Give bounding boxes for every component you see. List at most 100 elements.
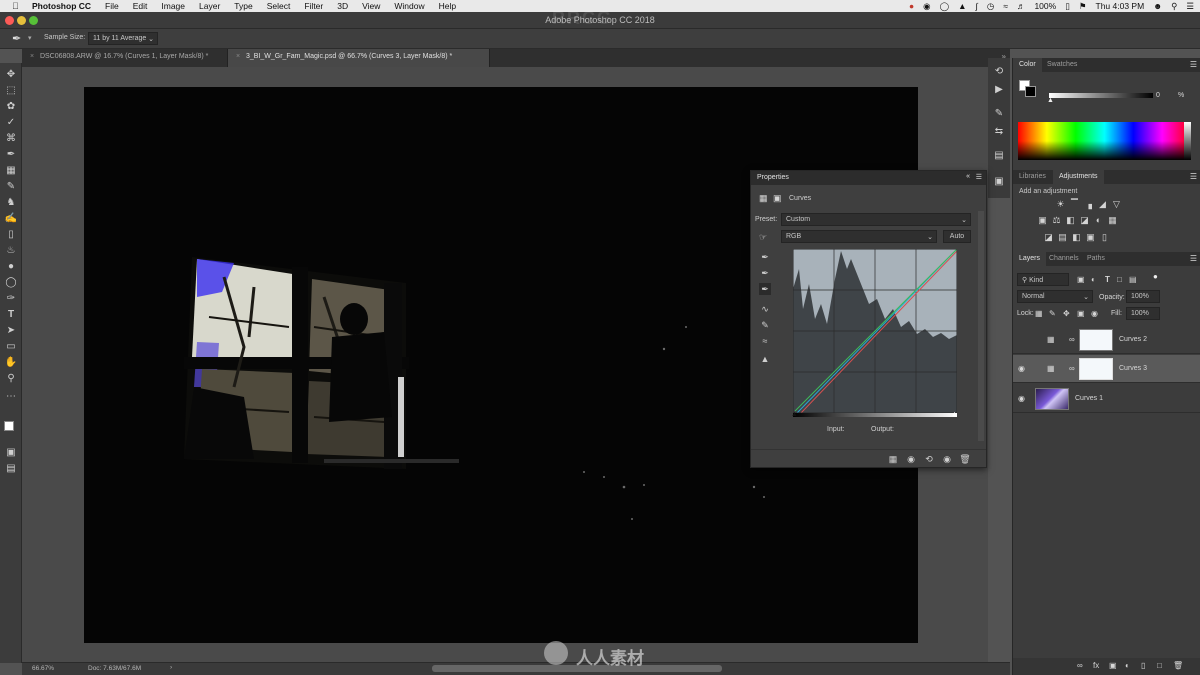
doc-size[interactable]: Doc: 7.63M/67.6M bbox=[88, 665, 141, 672]
set-white-point-icon[interactable]: ✒ bbox=[759, 283, 771, 295]
healing-brush-tool-icon[interactable]: ▦ bbox=[3, 163, 19, 178]
selective-color-icon[interactable]: ▣ bbox=[1085, 232, 1096, 242]
close-tab-icon[interactable]: × bbox=[236, 53, 244, 60]
actions-panel-icon[interactable]: ▶ bbox=[992, 84, 1006, 96]
panel-menu-icon[interactable]: ☰ bbox=[1190, 172, 1197, 181]
filter-pixel-icon[interactable]: ▣ bbox=[1077, 275, 1085, 284]
preset-select[interactable]: Custom ⌄ bbox=[781, 213, 971, 226]
move-tool-icon[interactable]: ✥ bbox=[3, 67, 19, 82]
lasso-tool-icon[interactable]: ✿ bbox=[3, 99, 19, 114]
status-icon-3[interactable]: ▲ bbox=[958, 1, 966, 11]
menu-select[interactable]: Select bbox=[260, 1, 298, 11]
clip-to-layer-icon[interactable]: ▦ bbox=[887, 453, 899, 465]
tool-preset-chevron-icon[interactable]: ▾ bbox=[28, 34, 32, 42]
levels-icon[interactable]: ▔ bbox=[1069, 199, 1080, 209]
path-selection-tool-icon[interactable]: ➤ bbox=[3, 323, 19, 338]
clone-stamp-tool-icon[interactable]: ♞ bbox=[3, 195, 19, 210]
filter-shape-icon[interactable]: □ bbox=[1117, 275, 1122, 284]
lock-transparency-icon[interactable]: ▦ bbox=[1035, 309, 1043, 318]
battery-label[interactable]: 100% bbox=[1034, 1, 1056, 11]
clipping-warning-icon[interactable]: ▲ bbox=[759, 353, 771, 365]
volume-icon[interactable]: ♬ bbox=[1017, 1, 1026, 11]
lock-all-icon[interactable]: ◉ bbox=[1091, 309, 1098, 318]
filter-smart-object-icon[interactable]: ▤ bbox=[1129, 275, 1137, 284]
posterize-icon[interactable]: ▤ bbox=[1057, 232, 1068, 242]
eraser-tool-icon[interactable]: ▯ bbox=[3, 227, 19, 242]
lock-artboard-icon[interactable]: ▣ bbox=[1077, 309, 1085, 318]
wifi-icon[interactable]: ≈ bbox=[1003, 1, 1008, 11]
color-balance-icon[interactable]: ⚖ bbox=[1051, 215, 1062, 225]
tab-swatches[interactable]: Swatches bbox=[1041, 58, 1083, 72]
mask-icon[interactable]: ▣ bbox=[773, 193, 782, 204]
draw-curve-icon[interactable]: ✎ bbox=[759, 319, 771, 331]
spotlight-search-icon[interactable]: ⚲ bbox=[1171, 1, 1177, 12]
properties-header[interactable]: Properties « ☰ bbox=[751, 171, 986, 185]
lock-position-icon[interactable]: ✥ bbox=[1063, 309, 1070, 318]
glyphs-icon[interactable]: ▣ bbox=[992, 176, 1006, 188]
toggle-visibility-icon[interactable]: ◉ bbox=[941, 453, 953, 465]
layer-name[interactable]: Curves 1 bbox=[1075, 395, 1103, 402]
targeted-adjustment-icon[interactable]: ☞ bbox=[757, 231, 769, 243]
menu-view[interactable]: View bbox=[355, 1, 387, 11]
menu-3d[interactable]: 3D bbox=[330, 1, 355, 11]
set-black-point-icon[interactable]: ✒ bbox=[759, 251, 771, 263]
gray-slider[interactable] bbox=[1049, 93, 1153, 98]
eyedropper-tool-icon[interactable]: ✒ bbox=[3, 147, 19, 162]
layer-mask-thumbnail[interactable] bbox=[1079, 358, 1113, 380]
tab-layers[interactable]: Layers bbox=[1013, 252, 1047, 266]
threshold-icon[interactable]: ◧ bbox=[1071, 232, 1082, 242]
type-tool-icon[interactable]: T bbox=[3, 307, 19, 322]
tab-document-1[interactable]: × DSC06808.ARW @ 16.7% (Curves 1, Layer … bbox=[22, 49, 228, 67]
adjust-icon[interactable]: ⇆ bbox=[992, 126, 1006, 138]
filter-toggle-icon[interactable]: ● bbox=[1153, 272, 1158, 281]
new-adjustment-icon[interactable]: ◐ bbox=[1125, 661, 1130, 670]
quick-mask-icon[interactable]: ▣ bbox=[3, 445, 19, 460]
exposure-icon[interactable]: ◢ bbox=[1097, 199, 1108, 209]
color-spectrum-gray[interactable] bbox=[1184, 122, 1191, 160]
quick-selection-tool-icon[interactable]: ✓ bbox=[3, 115, 19, 130]
layer-mask-thumbnail[interactable] bbox=[1079, 329, 1113, 351]
layer-thumbnail[interactable] bbox=[1035, 388, 1069, 410]
flag-icon[interactable]: ⚑ bbox=[1079, 1, 1087, 12]
blend-mode-select[interactable]: Normal ⌄ bbox=[1017, 290, 1093, 303]
properties-scrollbar[interactable] bbox=[978, 211, 984, 441]
pen-tool-icon[interactable]: ✑ bbox=[3, 291, 19, 306]
new-layer-icon[interactable]: □ bbox=[1157, 661, 1162, 670]
edit-toolbar-icon[interactable]: ⋯ bbox=[3, 389, 19, 404]
smooth-icon[interactable]: ≈ bbox=[759, 335, 771, 347]
user-icon[interactable]: ☻ bbox=[1153, 1, 1162, 11]
menu-type[interactable]: Type bbox=[227, 1, 259, 11]
paint-bucket-tool-icon[interactable]: ♨ bbox=[3, 243, 19, 258]
battery-icon[interactable]: ▯ bbox=[1065, 1, 1070, 12]
layer-row-curves-2[interactable]: ▦ ∞ Curves 2 bbox=[1013, 326, 1200, 354]
brush-tool-icon[interactable]: ✎ bbox=[3, 179, 19, 194]
curves-graph[interactable] bbox=[792, 248, 958, 414]
menu-file[interactable]: File bbox=[98, 1, 126, 11]
channel-select[interactable]: RGB ⌄ bbox=[781, 230, 937, 243]
menu-app-name[interactable]: Photoshop CC bbox=[25, 1, 98, 11]
brightness-contrast-icon[interactable]: ☀ bbox=[1055, 199, 1066, 209]
hand-tool-icon[interactable]: ✋ bbox=[3, 355, 19, 370]
foreground-color-swatch[interactable] bbox=[4, 421, 14, 431]
black-point-slider-icon[interactable]: ▲ bbox=[791, 411, 798, 418]
notification-center-icon[interactable]: ☰ bbox=[1186, 1, 1194, 12]
menu-edit[interactable]: Edit bbox=[126, 1, 155, 11]
layer-filter-kind[interactable]: ⚲ Kind bbox=[1017, 273, 1069, 286]
apple-logo-icon[interactable]:  bbox=[12, 1, 21, 11]
dodge-tool-icon[interactable]: ◯ bbox=[3, 275, 19, 290]
history-panel-icon[interactable]: ⟲ bbox=[992, 66, 1006, 78]
sample-size-select[interactable]: 11 by 11 Average ⌄ bbox=[88, 32, 158, 45]
menu-window[interactable]: Window bbox=[387, 1, 431, 11]
properties-panel-icon[interactable]: ▤ bbox=[992, 150, 1006, 162]
delete-layer-icon[interactable]: 🗑 bbox=[1173, 661, 1183, 670]
rectangle-tool-icon[interactable]: ▭ bbox=[3, 339, 19, 354]
eyedropper-tool-icon[interactable]: ✒ bbox=[12, 32, 21, 45]
layer-style-icon[interactable]: fx bbox=[1093, 661, 1099, 670]
view-previous-icon[interactable]: ◉ bbox=[905, 453, 917, 465]
color-spectrum-ramp[interactable] bbox=[1018, 122, 1191, 160]
tab-channels[interactable]: Channels bbox=[1043, 252, 1085, 266]
screen-mode-icon[interactable]: ▤ bbox=[3, 461, 19, 476]
new-group-icon[interactable]: ▯ bbox=[1141, 661, 1145, 670]
gray-value[interactable]: 0 bbox=[1156, 92, 1160, 99]
zoom-tool-icon[interactable]: ⚲ bbox=[3, 371, 19, 386]
